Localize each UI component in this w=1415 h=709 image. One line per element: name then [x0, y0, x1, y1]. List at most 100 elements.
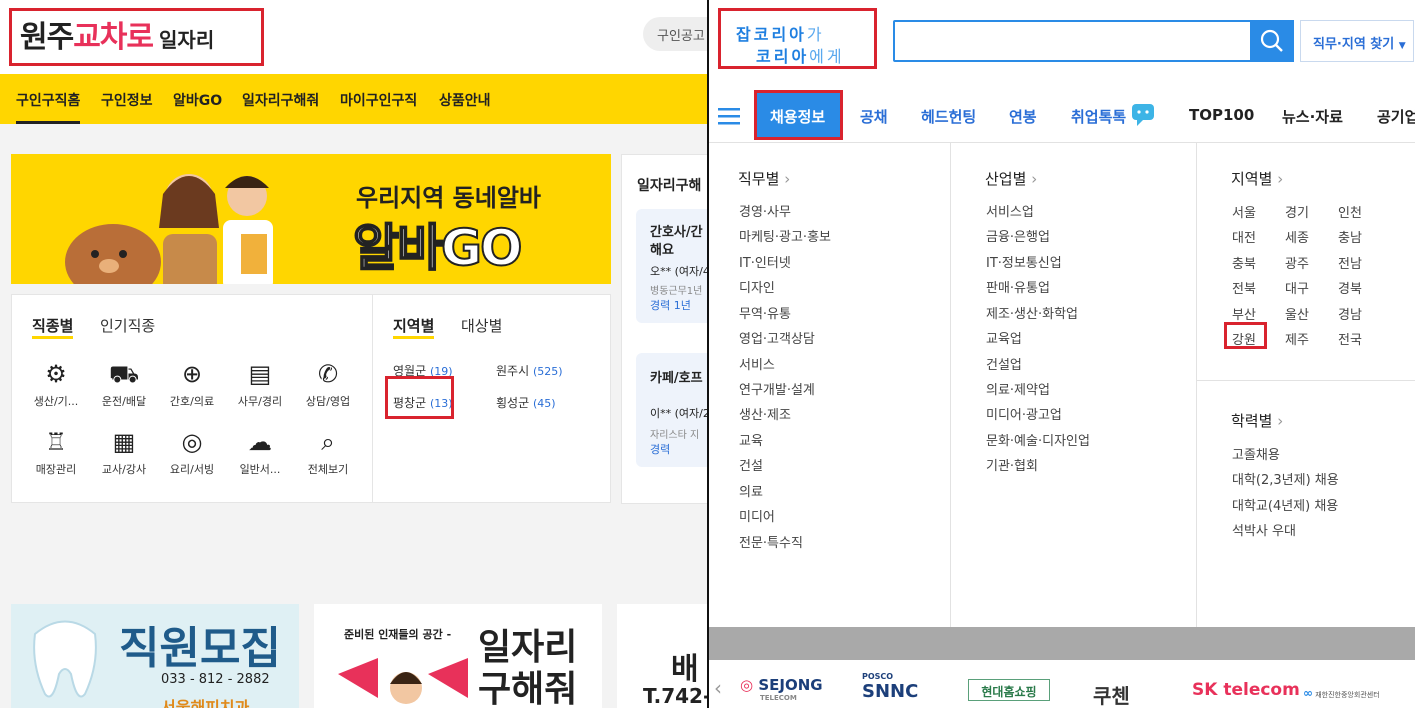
- shirt-icon: ♖: [45, 428, 67, 456]
- category-medical[interactable]: ⊕ 간호/의료: [160, 359, 224, 409]
- nav-headhunting[interactable]: 헤드헌팅: [921, 106, 976, 127]
- find-job-region-button[interactable]: 직무·지역 찾기 ▼: [1300, 20, 1414, 62]
- region-hoengseong[interactable]: 횡성군 (45): [496, 394, 556, 411]
- menu-item-education[interactable]: 석박사 우대: [1232, 520, 1296, 539]
- menu-item-job[interactable]: 영업·고객상담: [739, 328, 815, 347]
- category-general-service[interactable]: ☁ 일반서...: [228, 427, 292, 477]
- menu-item-job[interactable]: 마케팅·광고·홍보: [739, 226, 831, 245]
- menu-item-job[interactable]: 교육: [739, 430, 763, 449]
- tab-by-region[interactable]: 지역별: [393, 315, 435, 339]
- menu-item-region[interactable]: 대구: [1285, 278, 1309, 297]
- menu-item-job[interactable]: IT·인터넷: [739, 252, 791, 271]
- tab-by-job[interactable]: 직종별: [32, 315, 74, 339]
- menu-item-region[interactable]: 부산: [1232, 304, 1256, 323]
- menu-item-education[interactable]: 대학(2,3년제) 채용: [1232, 469, 1339, 488]
- menu-item-region[interactable]: 전국: [1338, 329, 1362, 348]
- menu-item-job[interactable]: 의료: [739, 481, 763, 500]
- nav-my[interactable]: 마이구인구직: [340, 90, 417, 110]
- menu-item-region[interactable]: 광주: [1285, 253, 1309, 272]
- menu-item-job[interactable]: 무역·유통: [739, 303, 791, 322]
- category-store[interactable]: ♖ 매장관리: [24, 427, 88, 477]
- menu-item-region[interactable]: 경기: [1285, 202, 1309, 221]
- nav-news[interactable]: 뉴스·자료: [1282, 106, 1343, 127]
- tab-popular-job[interactable]: 인기직종: [100, 315, 155, 336]
- menu-item-industry[interactable]: 서비스업: [986, 201, 1034, 220]
- albago-banner[interactable]: 우리지역 동네알바 알바GO: [11, 154, 611, 284]
- menu-item-region[interactable]: 경북: [1338, 278, 1362, 297]
- menu-item-industry[interactable]: 금융·은행업: [986, 226, 1050, 245]
- menu-item-region[interactable]: 충북: [1232, 253, 1256, 272]
- menu-item-industry[interactable]: 판매·유통업: [986, 277, 1050, 296]
- menu-item-job[interactable]: 건설: [739, 455, 763, 474]
- logo-highlight-box: [9, 8, 264, 66]
- ad-find-job[interactable]: 준비된 인재들의 공간 - 일자리 구해줘: [314, 604, 602, 708]
- menu-heading-education[interactable]: 학력별 ›: [1231, 410, 1283, 431]
- menu-item-industry[interactable]: 제조·생산·화학업: [986, 303, 1078, 322]
- menu-item-region[interactable]: 울산: [1285, 304, 1309, 323]
- menu-heading-job[interactable]: 직무별 ›: [738, 168, 790, 189]
- partner-sk-telecom[interactable]: SK telecom: [1192, 680, 1300, 700]
- partner-cuchen[interactable]: 쿠첸: [1093, 680, 1130, 709]
- tab-by-target[interactable]: 대상별: [461, 315, 502, 336]
- nav-job-info[interactable]: 구인정보: [101, 90, 153, 110]
- menu-item-education[interactable]: 고졸채용: [1232, 444, 1280, 463]
- menu-item-job[interactable]: 서비스: [739, 354, 775, 373]
- menu-item-region[interactable]: 제주: [1285, 329, 1309, 348]
- menu-item-industry[interactable]: IT·정보통신업: [986, 252, 1062, 271]
- jobkorea-search-input[interactable]: [893, 20, 1294, 62]
- category-view-all[interactable]: ⌕ 전체보기: [296, 427, 360, 477]
- category-production[interactable]: ⚙ 생산/기...: [24, 359, 88, 409]
- menu-item-industry[interactable]: 건설업: [986, 354, 1022, 373]
- menu-item-region[interactable]: 전남: [1338, 253, 1362, 272]
- category-consulting[interactable]: ✆ 상담/영업: [296, 359, 360, 409]
- menu-item-industry[interactable]: 교육업: [986, 328, 1022, 347]
- category-teacher[interactable]: ▦ 교사/강사: [92, 427, 156, 477]
- nav-public-recruit[interactable]: 공채: [860, 106, 888, 127]
- menu-item-region[interactable]: 경남: [1338, 304, 1362, 323]
- category-driving[interactable]: ⛟ 운전/배달: [92, 359, 156, 409]
- menu-item-job[interactable]: 연구개발·설계: [739, 379, 815, 398]
- partner-sejong[interactable]: ◎ SEJONG TELECOM: [740, 676, 823, 702]
- menu-item-job[interactable]: 디자인: [739, 277, 775, 296]
- menu-item-job[interactable]: 생산·제조: [739, 404, 791, 423]
- ad-partial[interactable]: 배 T.742-: [617, 604, 708, 708]
- partner-snnc[interactable]: POSCO SNNC: [862, 672, 918, 702]
- category-office[interactable]: ▤ 사무/경리: [228, 359, 292, 409]
- nav-top100[interactable]: TOP100: [1189, 106, 1254, 124]
- hamburger-menu-icon[interactable]: [718, 106, 742, 126]
- menu-item-region[interactable]: 세종: [1285, 227, 1309, 246]
- ad-staff-wanted[interactable]: 직원모집 033 - 812 - 2882 서울해피치과: [11, 604, 299, 708]
- nav-albago[interactable]: 알바GO: [173, 90, 222, 110]
- nav-recruit-info[interactable]: 채용정보: [770, 106, 825, 127]
- nav-find-job[interactable]: 일자리구해줘: [242, 90, 319, 110]
- menu-item-region[interactable]: 인천: [1338, 202, 1362, 221]
- menu-item-industry[interactable]: 문화·예술·디자인업: [986, 430, 1090, 449]
- partner-hyundai-homeshopping[interactable]: 현대홈쇼핑: [968, 679, 1050, 701]
- menu-item-industry[interactable]: 기관·협회: [986, 455, 1038, 474]
- search-input[interactable]: 구인공고: [643, 17, 708, 51]
- partner-center[interactable]: ∞ 재한진한중앙회관센터: [1303, 686, 1380, 700]
- menu-heading-region[interactable]: 지역별 ›: [1231, 168, 1283, 189]
- nav-career-talk[interactable]: 취업톡톡: [1071, 106, 1126, 127]
- prev-arrow-icon[interactable]: ‹: [714, 676, 722, 700]
- menu-item-region[interactable]: 서울: [1232, 202, 1256, 221]
- menu-item-region[interactable]: 전북: [1232, 278, 1256, 297]
- menu-item-education[interactable]: 대학교(4년제) 채용: [1232, 495, 1338, 514]
- menu-item-job[interactable]: 미디어: [739, 506, 775, 525]
- menu-item-job[interactable]: 경영·사무: [739, 201, 791, 220]
- menu-item-industry[interactable]: 의료·제약업: [986, 379, 1050, 398]
- menu-heading-industry[interactable]: 산업별 ›: [985, 168, 1037, 189]
- menu-item-industry[interactable]: 미디어·광고업: [986, 404, 1062, 423]
- category-cooking[interactable]: ◎ 요리/서빙: [160, 427, 224, 477]
- menu-item-region[interactable]: 대전: [1232, 227, 1256, 246]
- nav-products[interactable]: 상품안내: [439, 90, 491, 110]
- region-wonju[interactable]: 원주시 (525): [496, 362, 563, 379]
- nav-home[interactable]: 구인구직홈: [16, 90, 81, 124]
- nav-public-company[interactable]: 공기업: [1377, 106, 1415, 127]
- nav-salary[interactable]: 연봉: [1009, 106, 1037, 127]
- menu-item-job[interactable]: 전문·특수직: [739, 532, 803, 551]
- job-card-1[interactable]: 간호사/간 해요 오** (여자/4 병동근무1년 경력 1년: [636, 209, 708, 323]
- job-card-2[interactable]: 카페/호프 이** (여자/2 자리스타 지 경력: [636, 353, 708, 467]
- search-button[interactable]: [1250, 20, 1294, 62]
- menu-item-region[interactable]: 충남: [1338, 227, 1362, 246]
